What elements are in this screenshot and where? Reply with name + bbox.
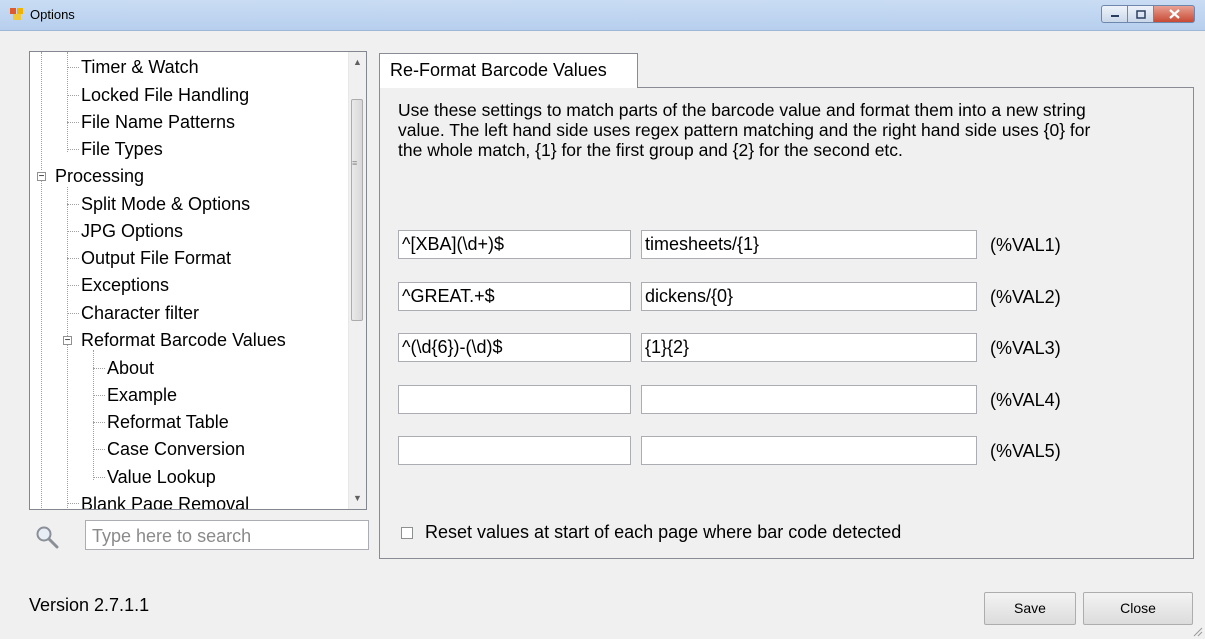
val-label-2: (%VAL2) [990,287,1061,307]
pattern-field-3[interactable]: ^(\d{6})-(\d)$ [398,333,631,362]
val-label-4: (%VAL4) [990,390,1061,410]
scrollbar-grip-icon: ≡ [352,158,358,168]
app-icon [10,8,23,20]
search-input[interactable]: Type here to search [85,520,369,550]
tree-item-exceptions[interactable]: Exceptions [81,274,169,296]
maximize-button[interactable] [1127,5,1153,23]
window-title: Options [30,7,75,22]
tree-item-output-file-format[interactable]: Output File Format [81,247,231,269]
version-label: Version 2.7.1.1 [29,595,150,615]
tree-item-file-name-patterns[interactable]: File Name Patterns [81,111,235,133]
tree-item-example[interactable]: Example [107,384,177,406]
scroll-down-arrow-icon[interactable]: ▼ [349,490,366,507]
tree-item-about[interactable]: About [107,357,154,379]
tree-item-blank-page-removal[interactable]: Blank Page Removal [81,493,249,509]
pattern-field-4[interactable] [398,385,631,414]
format-field-2[interactable]: dickens/{0} [641,282,977,311]
title-bar: Options [0,0,1205,31]
tree-item-jpg-options[interactable]: JPG Options [81,220,183,242]
tree-connector [67,187,68,509]
val-label-3: (%VAL3) [990,338,1061,358]
close-button[interactable]: Close [1083,592,1193,625]
scrollbar-thumb[interactable] [351,99,363,321]
tree-item-timer-watch[interactable]: Timer & Watch [81,56,199,78]
tree-item-split-mode[interactable]: Split Mode & Options [81,193,250,215]
tree-connector [41,52,42,170]
maximize-icon [1135,9,1146,19]
scroll-up-arrow-icon[interactable]: ▲ [349,54,366,71]
tree-scrollbar[interactable]: ▲ ≡ ▼ [348,52,366,509]
pattern-field-2[interactable]: ^GREAT.+$ [398,282,631,311]
tree-item-processing[interactable]: Processing [55,165,144,187]
tree-item-case-conversion[interactable]: Case Conversion [107,438,245,460]
search-icon [36,526,59,549]
format-field-5[interactable] [641,436,977,465]
tree-connector [41,180,42,509]
close-window-button[interactable] [1153,5,1195,23]
tab-reformat-barcode-values[interactable]: Re-Format Barcode Values [379,53,638,88]
options-tree[interactable]: Timer & Watch Locked File Handling File … [29,51,367,510]
reset-values-label[interactable]: Reset values at start of each page where… [425,522,901,543]
description-text: Use these settings to match parts of the… [398,100,1091,160]
tree-item-reformat-barcode-values[interactable]: Reformat Barcode Values [81,329,286,351]
minimize-button[interactable] [1101,5,1127,23]
close-icon [1168,9,1180,19]
tree-item-reformat-table[interactable]: Reformat Table [107,411,229,433]
reformat-expander[interactable]: − [63,336,72,346]
save-button[interactable]: Save [984,592,1076,625]
tree-item-locked-file-handling[interactable]: Locked File Handling [81,84,249,106]
pattern-field-5[interactable] [398,436,631,465]
processing-expander[interactable]: − [37,172,46,182]
reset-values-checkbox[interactable] [401,527,413,539]
tree-item-file-types[interactable]: File Types [81,138,163,160]
tree-item-character-filter[interactable]: Character filter [81,302,199,324]
resize-grip-icon[interactable] [1191,625,1203,637]
tree-item-value-lookup[interactable]: Value Lookup [107,466,216,488]
format-field-4[interactable] [641,385,977,414]
pattern-field-1[interactable]: ^[XBA](\d+)$ [398,230,631,259]
val-label-1: (%VAL1) [990,235,1061,255]
minimize-icon [1110,15,1119,17]
tree-connector [93,350,94,480]
format-field-3[interactable]: {1}{2} [641,333,977,362]
val-label-5: (%VAL5) [990,441,1061,461]
format-field-1[interactable]: timesheets/{1} [641,230,977,259]
